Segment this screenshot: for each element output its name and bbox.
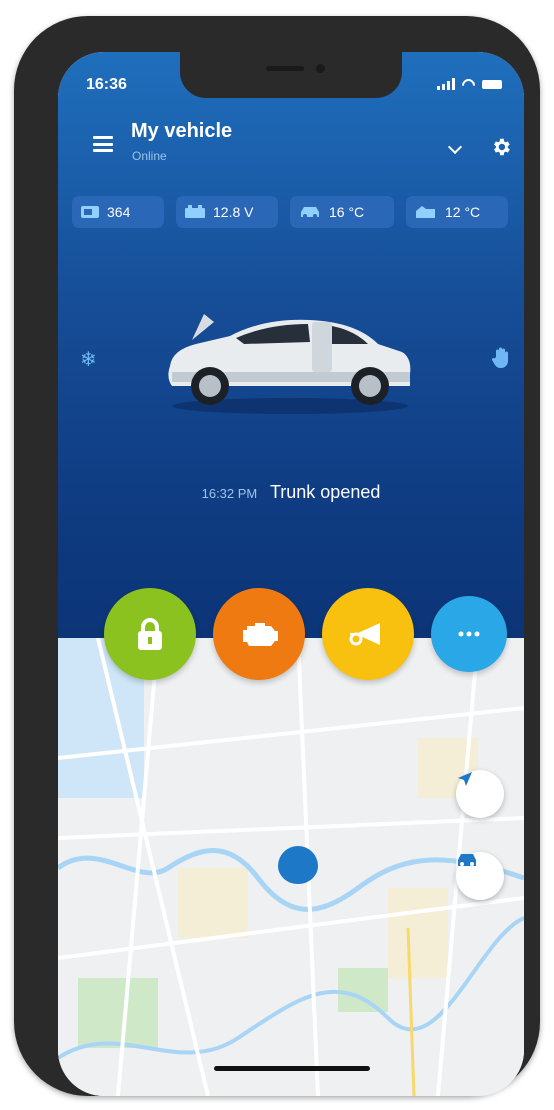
engine-temperature-icon	[416, 206, 435, 218]
stat-battery-value: 12.8 V	[213, 204, 254, 220]
snowflake-icon[interactable]: ❄	[80, 347, 97, 372]
navigate-arrow-icon	[458, 772, 472, 786]
battery-status-icon	[482, 79, 502, 89]
speaker	[266, 66, 304, 71]
app-screen: 16:36 My vehicle Online 364 12.8 V 16 °C…	[58, 52, 524, 1096]
navigate-button[interactable]	[456, 770, 504, 818]
status-time: 16:36	[86, 76, 127, 93]
front-camera	[316, 64, 325, 73]
more-dots-icon	[458, 631, 480, 637]
vehicle-header-panel: 16:36 My vehicle Online 364 12.8 V 16 °C…	[58, 52, 524, 638]
horn-button[interactable]	[322, 588, 414, 680]
odometer-icon	[81, 206, 99, 218]
map-tiles	[58, 638, 524, 1096]
vehicle-map[interactable]	[58, 638, 524, 1096]
gear-icon[interactable]	[490, 136, 512, 158]
vehicle-status: Online	[132, 149, 167, 163]
home-indicator[interactable]	[214, 1066, 370, 1071]
more-button[interactable]	[431, 596, 507, 672]
event-time: 16:32 PM	[201, 486, 258, 501]
stat-cabin-temp-value: 16 °C	[329, 204, 365, 220]
stat-battery: 12.8 V	[176, 196, 278, 228]
stat-cabin-temp: 16 °C	[290, 196, 394, 228]
vehicle-stats: 364 12.8 V 16 °C 12 °C	[72, 196, 508, 228]
padlock-icon	[138, 618, 162, 650]
battery-icon	[185, 205, 205, 218]
phone-notch	[180, 52, 402, 98]
car-temperature-icon	[301, 207, 319, 218]
engine-start-button[interactable]	[213, 588, 305, 680]
chevron-down-icon[interactable]	[447, 139, 463, 155]
horn-icon	[349, 623, 380, 646]
stat-odometer: 364	[72, 196, 164, 228]
status-icons	[437, 78, 502, 90]
event-text: Trunk opened	[269, 482, 381, 502]
last-event: 16:32 PM Trunk opened	[58, 482, 524, 503]
stat-engine-temp-value: 12 °C	[445, 204, 481, 220]
engine-icon	[243, 623, 278, 646]
wifi-icon	[462, 79, 475, 89]
signal-icon	[437, 78, 455, 90]
phone-frame: 16:36 My vehicle Online 364 12.8 V 16 °C…	[14, 16, 540, 1096]
vehicle-title[interactable]: My vehicle	[131, 120, 232, 143]
car-locate-icon	[458, 854, 476, 866]
vehicle-image	[168, 314, 411, 414]
hamburger-menu-icon[interactable]	[93, 136, 113, 152]
hand-icon[interactable]	[492, 347, 510, 369]
stat-odometer-value: 364	[107, 204, 131, 220]
locate-car-button[interactable]	[456, 852, 504, 900]
lock-button[interactable]	[104, 588, 196, 680]
stat-engine-temp: 12 °C	[406, 196, 508, 228]
action-buttons	[104, 588, 507, 680]
